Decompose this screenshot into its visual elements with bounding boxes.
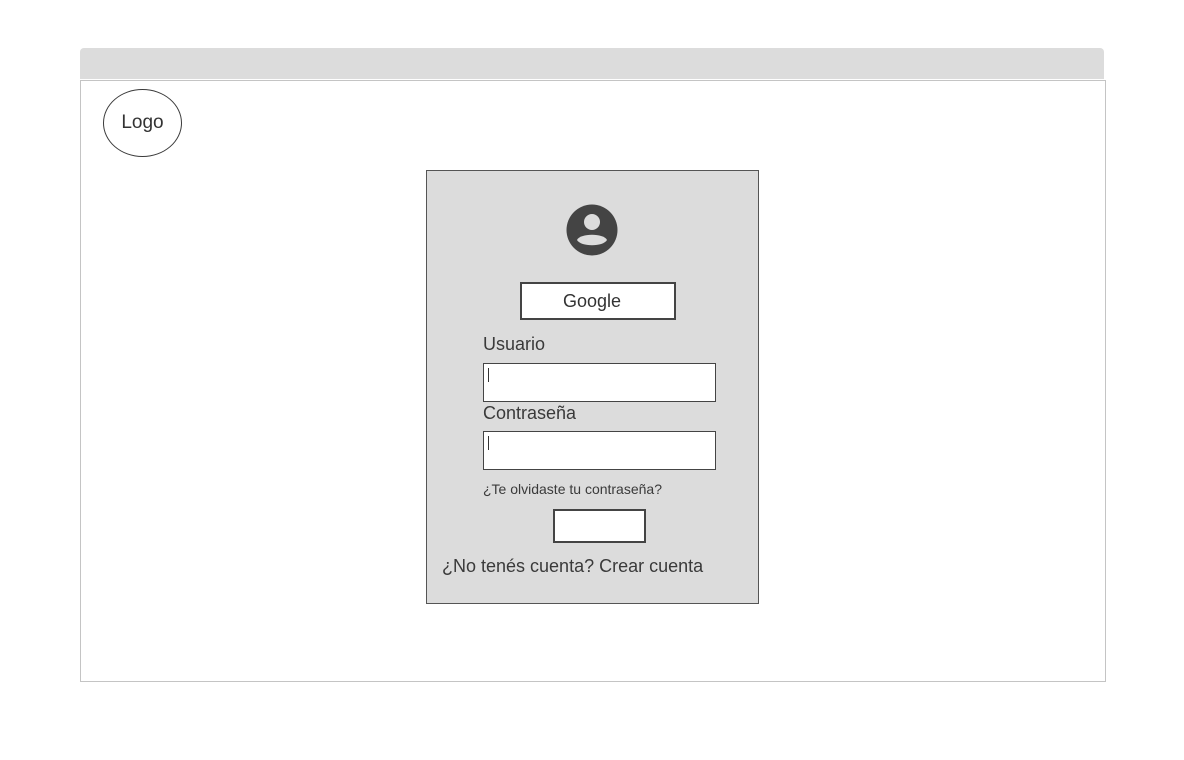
logo[interactable]: Logo <box>103 89 182 157</box>
username-label: Usuario <box>483 334 546 354</box>
submit-button[interactable] <box>553 509 646 543</box>
username-input[interactable] <box>483 363 716 402</box>
google-login-button[interactable]: Google <box>520 282 676 320</box>
browser-titlebar <box>80 48 1104 79</box>
no-account-text: ¿No tenés cuenta? <box>442 556 595 576</box>
create-account-link[interactable]: Crear cuenta <box>599 556 703 576</box>
text-caret <box>488 436 489 450</box>
password-input[interactable] <box>483 431 716 470</box>
signup-prompt: ¿No tenés cuenta? Crear cuenta <box>442 556 703 577</box>
forgot-password-link[interactable]: ¿Te olvidaste tu contraseña? <box>483 481 662 497</box>
account-circle-icon <box>566 204 618 256</box>
logo-label: Logo <box>121 112 164 133</box>
google-login-label: Google <box>562 290 622 311</box>
password-label: Contraseña <box>483 403 577 423</box>
text-caret <box>488 368 489 382</box>
